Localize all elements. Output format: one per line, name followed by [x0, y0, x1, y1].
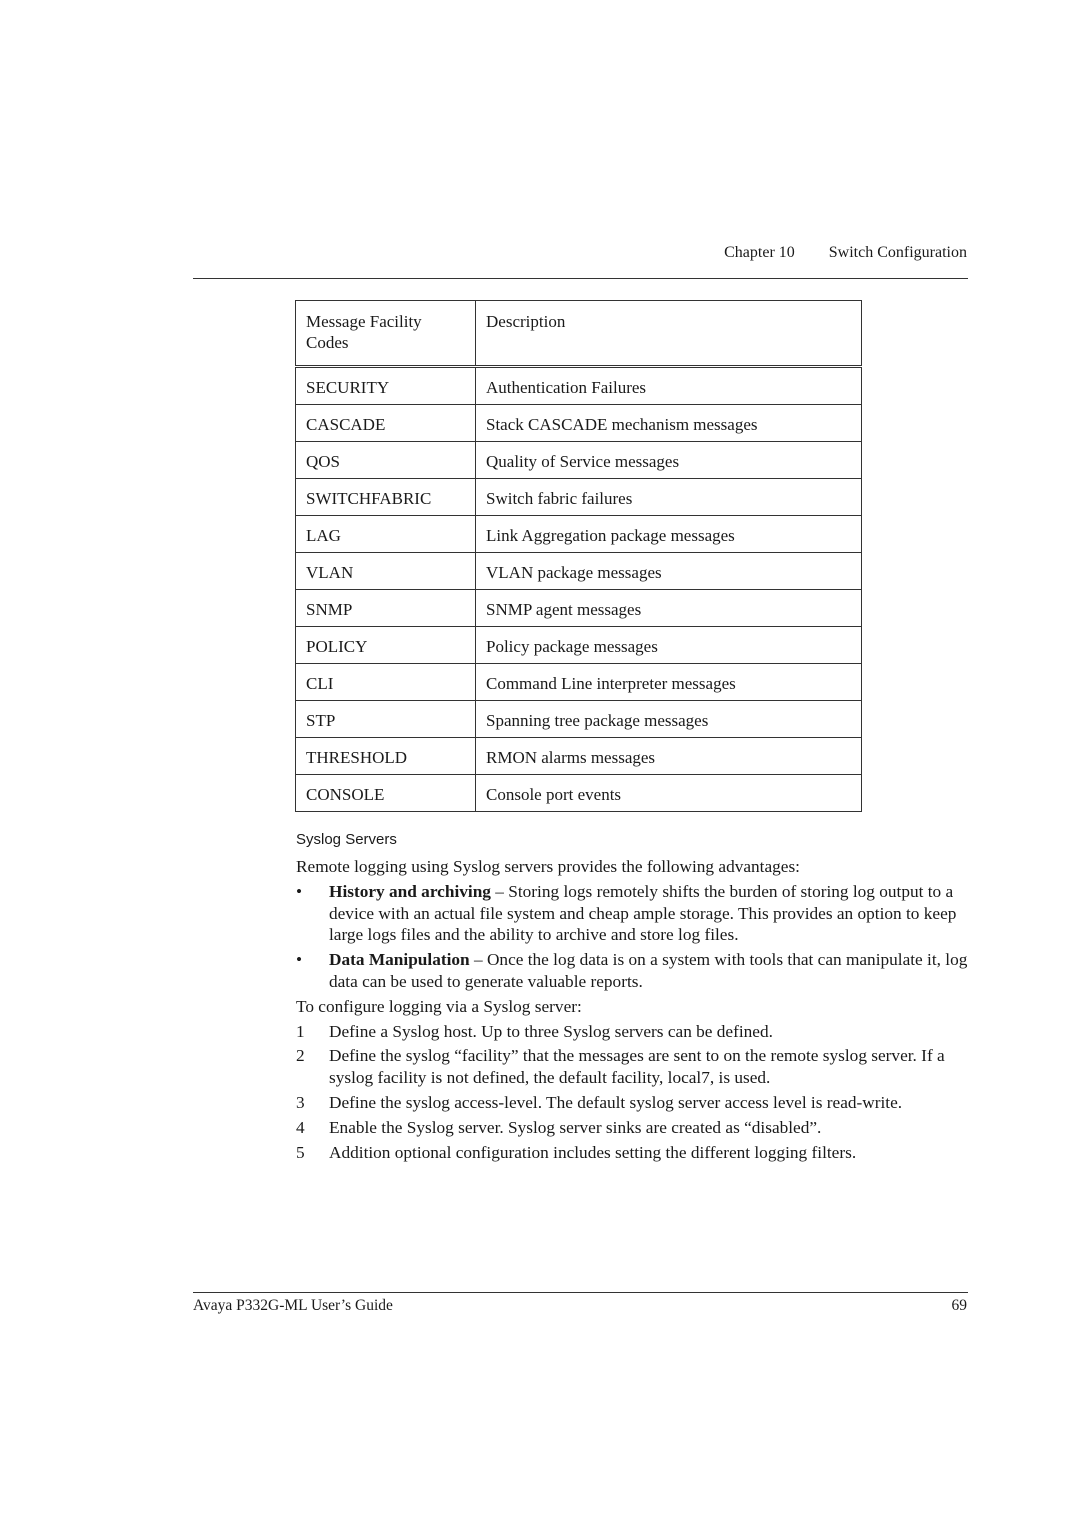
- cell-code: SNMP: [295, 589, 476, 627]
- table-row: SECURITY Authentication Failures: [295, 366, 862, 405]
- cell-code: SWITCHFABRIC: [295, 478, 476, 516]
- cell-description: Spanning tree package messages: [475, 700, 862, 738]
- steps-intro: To configure logging via a Syslog server…: [296, 996, 582, 1016]
- cell-code: VLAN: [295, 552, 476, 590]
- step-item: 4 Enable the Syslog server. Syslog server…: [296, 1117, 976, 1139]
- cell-code: LAG: [295, 515, 476, 553]
- cell-description: Switch fabric failures: [475, 478, 862, 516]
- step-item: 5 Addition optional configuration include…: [296, 1142, 976, 1164]
- step-number: 3: [296, 1092, 305, 1112]
- intro-paragraph: Remote logging using Syslog servers prov…: [296, 857, 800, 876]
- cell-description: Command Line interpreter messages: [475, 663, 862, 701]
- bullet-icon: •: [296, 950, 303, 970]
- table-row: STP Spanning tree package messages: [295, 700, 862, 738]
- cell-description: Quality of Service messages: [475, 441, 862, 479]
- cell-description: SNMP agent messages: [475, 589, 862, 627]
- section-body: Remote logging using Syslog servers prov…: [296, 856, 976, 1166]
- step-text: Define the syslog “facility” that the me…: [329, 1046, 945, 1088]
- chapter-title: Switch Configuration: [828, 244, 967, 261]
- bullet-item: • History and archiving – Storing logs re…: [296, 881, 976, 946]
- cell-code: QOS: [295, 441, 476, 479]
- facility-codes-table: Message Facility Codes Description SECUR…: [295, 300, 862, 812]
- step-item: 3 Define the syslog access-level. The def…: [296, 1092, 976, 1114]
- step-text: Enable the Syslog server. Syslog server …: [329, 1117, 822, 1137]
- footer-rule: [193, 1292, 968, 1293]
- cell-code: SECURITY: [295, 366, 476, 405]
- table-row: POLICY Policy package messages: [295, 626, 862, 664]
- step-text: Define the syslog access-level. The defa…: [329, 1092, 903, 1112]
- step-item: 1 Define a Syslog host. Up to three Syslo…: [296, 1021, 976, 1043]
- cell-code: THRESHOLD: [295, 737, 476, 775]
- step-item: 2 Define the syslog “facility” that the m…: [296, 1045, 976, 1089]
- table-row: QOS Quality of Service messages: [295, 441, 862, 479]
- step-number: 5: [296, 1142, 305, 1162]
- cell-code: POLICY: [295, 626, 476, 664]
- page-number: 69: [951, 1297, 968, 1314]
- column-header-codes: Message Facility Codes: [295, 300, 476, 368]
- step-number: 2: [296, 1046, 305, 1066]
- advantages-list: • History and archiving – Storing logs re…: [296, 881, 976, 993]
- cell-description: Authentication Failures: [475, 366, 862, 405]
- table-row: CASCADE Stack CASCADE mechanism messages: [295, 404, 862, 442]
- step-text: Addition optional configuration includes…: [329, 1142, 857, 1162]
- chapter-number: Chapter 10: [724, 244, 795, 261]
- bullet-term: History and archiving: [329, 881, 491, 901]
- cell-description: Link Aggregation package messages: [475, 515, 862, 553]
- table-row: VLAN VLAN package messages: [295, 552, 862, 590]
- table-row: CONSOLE Console port events: [295, 774, 862, 812]
- guide-title: Avaya P332G-ML User’s Guide: [193, 1297, 393, 1314]
- bullet-item: • Data Manipulation – Once the log data i…: [296, 949, 976, 993]
- cell-code: CLI: [295, 663, 476, 701]
- cell-code: CONSOLE: [295, 774, 476, 812]
- cell-description: Policy package messages: [475, 626, 862, 664]
- table-row: LAG Link Aggregation package messages: [295, 515, 862, 553]
- table-header-row: Message Facility Codes Description: [295, 300, 862, 368]
- cell-description: RMON alarms messages: [475, 737, 862, 775]
- cell-description: VLAN package messages: [475, 552, 862, 590]
- cell-description: Console port events: [475, 774, 862, 812]
- steps-list: 1 Define a Syslog host. Up to three Syslo…: [296, 1021, 976, 1164]
- header-rule: [193, 278, 968, 279]
- step-number: 1: [296, 1021, 305, 1041]
- cell-code: CASCADE: [295, 404, 476, 442]
- table-row: CLI Command Line interpreter messages: [295, 663, 862, 701]
- step-text: Define a Syslog host. Up to three Syslog…: [329, 1021, 773, 1041]
- table-row: SNMP SNMP agent messages: [295, 589, 862, 627]
- bullet-term: Data Manipulation: [329, 950, 470, 970]
- table-row: SWITCHFABRIC Switch fabric failures: [295, 478, 862, 516]
- bullet-icon: •: [296, 881, 303, 901]
- page-header: Chapter 10 Switch Configuration: [724, 244, 967, 262]
- column-header-description: Description: [475, 300, 862, 368]
- table-row: THRESHOLD RMON alarms messages: [295, 737, 862, 775]
- cell-description: Stack CASCADE mechanism messages: [475, 404, 862, 442]
- cell-code: STP: [295, 700, 476, 738]
- step-number: 4: [296, 1117, 305, 1137]
- section-title: Syslog Servers: [296, 831, 397, 848]
